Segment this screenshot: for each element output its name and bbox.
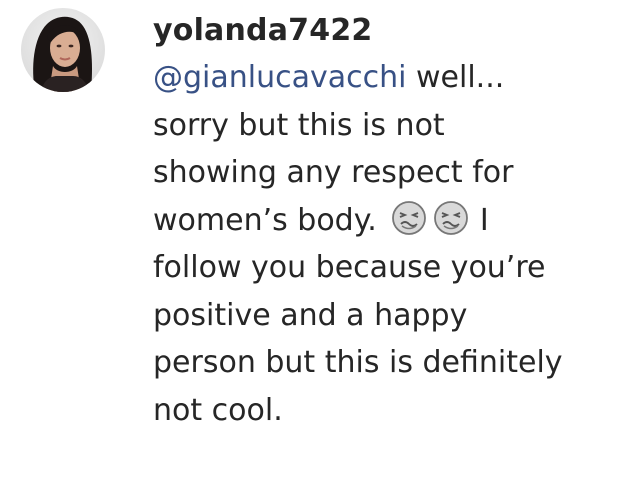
comment-line-4: women’s body. I	[153, 197, 623, 245]
avatar[interactable]	[21, 8, 105, 92]
comment-body: yolanda7422 @gianlucavacchi well... sorr…	[153, 8, 623, 434]
comment-line-5: follow you because you’re	[153, 250, 546, 285]
comment-line-1-rest: well...	[406, 60, 505, 95]
comment-line-4-end: I	[470, 202, 489, 238]
comment-line-4-start: women’s body.	[153, 202, 387, 238]
comment-line-7: person but this is definitely	[153, 345, 563, 380]
comment-line-2: sorry but this is not	[153, 107, 445, 143]
avatar-image	[21, 8, 105, 92]
comment-username[interactable]: yolanda7422	[153, 8, 623, 54]
nauseated-face-icon	[432, 199, 470, 237]
comment-text: @gianlucavacchi well... sorry but this i…	[153, 54, 623, 434]
comment-line-6: positive and a happy	[153, 297, 468, 333]
comment-line-8: not cool.	[153, 392, 283, 428]
comment-line-1: @gianlucavacchi well...	[153, 54, 623, 102]
mention-link[interactable]: @gianlucavacchi	[153, 60, 406, 95]
comment: yolanda7422 @gianlucavacchi well... sorr…	[0, 0, 634, 479]
nauseated-face-icon	[390, 199, 428, 237]
comment-line-3: showing any respect for	[153, 155, 514, 190]
